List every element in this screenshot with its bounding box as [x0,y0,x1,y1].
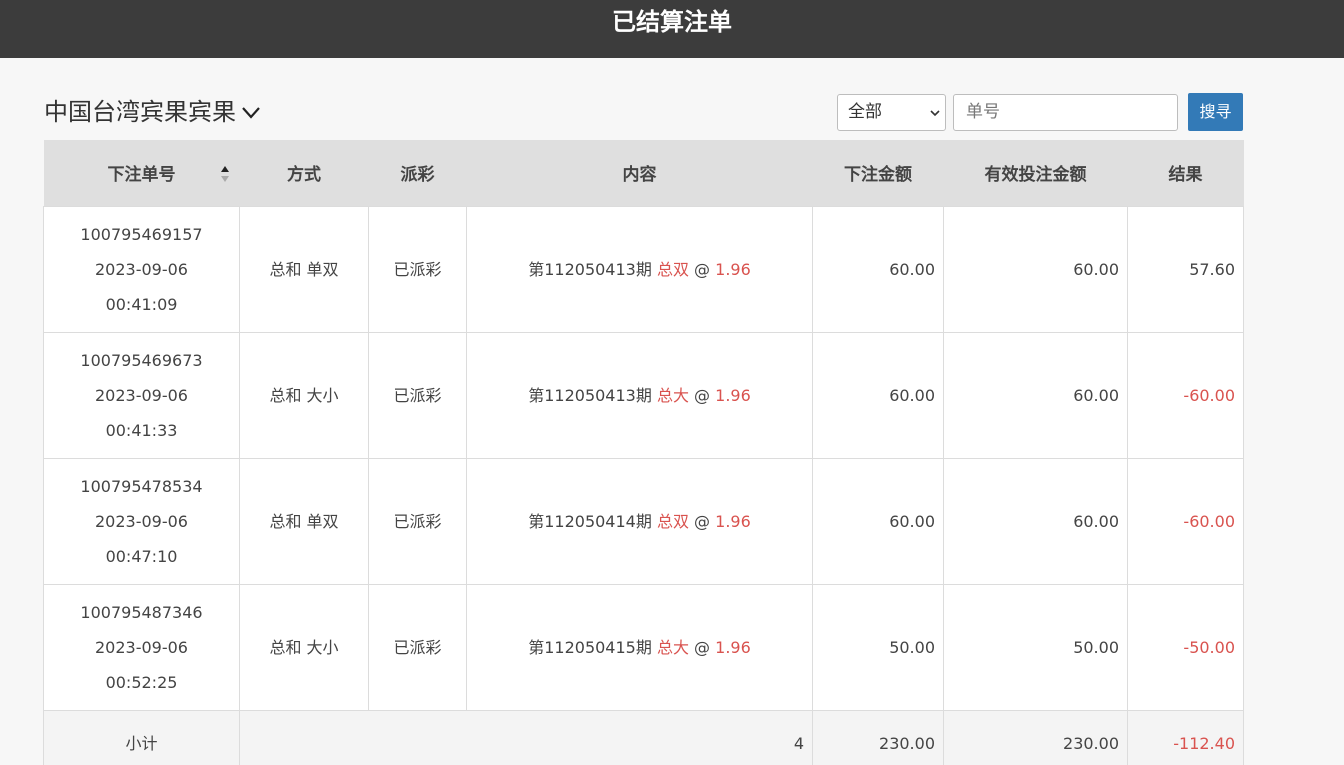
valid-amount-cell: 60.00 [943,457,1128,585]
method-cell: 总和 大小 [239,583,369,711]
order-date: 2023-09-06 [95,511,188,531]
result-cell: 57.60 [1127,205,1244,333]
result-cell: -60.00 [1127,331,1244,459]
valid-amount-cell: 60.00 [943,331,1128,459]
content-cell: 第112050413期 总双 @ 1.96 [466,205,813,333]
subtotal-result: -112.40 [1127,709,1244,765]
order-time: 00:41:09 [105,294,178,314]
valid-amount-cell: 50.00 [943,583,1128,711]
method-cell: 总和 单双 [239,457,369,585]
period: 第112050413期 [528,259,652,279]
period: 第112050414期 [528,511,652,531]
order-date: 2023-09-06 [95,637,188,657]
order-number: 100795469157 [80,224,203,244]
order-time: 00:52:25 [105,672,178,692]
amount-cell: 60.00 [812,331,944,459]
table-row: 100795469157 2023-09-06 00:41:09 总和 单双 已派彩 第1… [43,205,1244,333]
at-sign: @ [694,259,711,279]
odds: 1.96 [715,259,751,279]
method-cell: 总和 大小 [239,331,369,459]
top-bar: 已结算注单 [0,0,1344,58]
column-header-amount: 下注金额 [812,140,944,206]
column-header-payout: 派彩 [368,140,467,206]
order-number: 100795469673 [80,350,203,370]
column-header-content: 内容 [466,140,813,206]
page-title: 已结算注单 [612,8,732,36]
result-cell: -50.00 [1127,583,1244,711]
order-time: 00:41:33 [105,420,178,440]
table-row: 100795478534 2023-09-06 00:47:10 总和 单双 已派彩 第1… [43,457,1244,585]
game-selector[interactable]: 中国台湾宾果宾果 [44,96,262,128]
at-sign: @ [694,511,711,531]
pick: 总双 [656,259,689,279]
amount-cell: 50.00 [812,583,944,711]
amount-cell: 60.00 [812,205,944,333]
column-header-result: 结果 [1127,140,1244,206]
amount-cell: 60.00 [812,457,944,585]
order-number-input[interactable]: 单号 [953,94,1178,131]
filter-select-value: 全部 [848,102,882,122]
method-cell: 总和 单双 [239,205,369,333]
valid-amount-cell: 60.00 [943,205,1128,333]
period: 第112050415期 [528,637,652,657]
payout-status-cell: 已派彩 [368,457,467,585]
content-cell: 第112050413期 总大 @ 1.96 [466,331,813,459]
order-number: 100795478534 [80,476,203,496]
odds: 1.96 [715,385,751,405]
at-sign: @ [694,385,711,405]
result-cell: -60.00 [1127,457,1244,585]
subtotal-amount: 230.00 [812,709,944,765]
payout-status-cell: 已派彩 [368,583,467,711]
payout-status-cell: 已派彩 [368,205,467,333]
column-header-order[interactable]: 下注单号 [43,140,240,206]
odds: 1.96 [715,637,751,657]
odds: 1.96 [715,511,751,531]
table-row: 100795487346 2023-09-06 00:52:25 总和 大小 已派彩 第1… [43,583,1244,711]
order-time: 00:47:10 [105,546,178,566]
order-cell: 100795478534 2023-09-06 00:47:10 [43,457,240,585]
order-cell: 100795487346 2023-09-06 00:52:25 [43,583,240,711]
order-cell: 100795469157 2023-09-06 00:41:09 [43,205,240,333]
subtotal-valid-amount: 230.00 [943,709,1128,765]
game-name: 中国台湾宾果宾果 [44,98,236,126]
at-sign: @ [694,637,711,657]
order-cell: 100795469673 2023-09-06 00:41:33 [43,331,240,459]
column-header-method: 方式 [239,140,369,206]
payout-status-cell: 已派彩 [368,331,467,459]
chevron-down-icon [930,110,940,117]
subtotal-count: 4 [239,709,813,765]
period: 第112050413期 [528,385,652,405]
subtotal-label: 小计 [43,709,240,765]
table-row: 100795469673 2023-09-06 00:41:33 总和 大小 已派彩 第1… [43,331,1244,459]
subtotal-row: 小计 4 230.00 230.00 -112.40 [43,709,1244,765]
order-date: 2023-09-06 [95,385,188,405]
pick: 总大 [656,385,689,405]
chevron-down-icon [242,107,260,119]
content-cell: 第112050415期 总大 @ 1.96 [466,583,813,711]
search-button[interactable]: 搜寻 [1188,93,1243,131]
order-number: 100795487346 [80,602,203,622]
column-header-valid-amount: 有效投注金额 [943,140,1128,206]
pick: 总大 [656,637,689,657]
sort-icon[interactable] [220,164,230,184]
bets-table: 下注单号 方式 派彩 内容 下注金额 有效投注金额 结果 10079546915… [43,140,1244,765]
pick: 总双 [656,511,689,531]
content-cell: 第112050414期 总双 @ 1.96 [466,457,813,585]
table-header-row: 下注单号 方式 派彩 内容 下注金额 有效投注金额 结果 [43,140,1244,206]
order-date: 2023-09-06 [95,259,188,279]
filter-select[interactable]: 全部 [837,94,946,131]
